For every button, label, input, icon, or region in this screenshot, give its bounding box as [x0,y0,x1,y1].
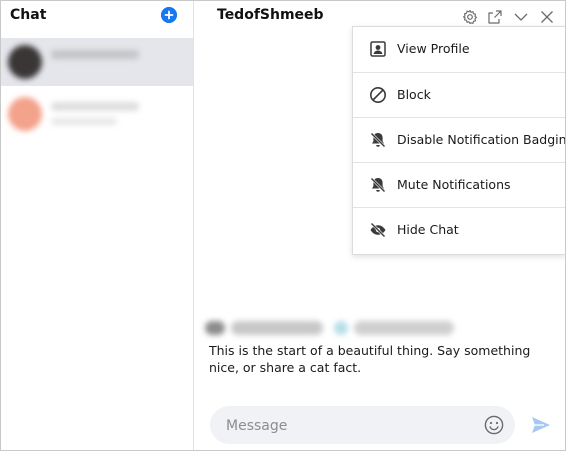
pop-out-icon [488,10,502,24]
gear-icon [462,9,478,25]
menu-item-label: View Profile [397,41,470,56]
settings-button[interactable] [462,9,478,25]
message-composer [210,406,515,444]
menu-item-label: Mute Notifications [397,177,511,192]
menu-item-label: Block [397,87,431,102]
menu-item-label: Hide Chat [397,222,459,237]
smiley-icon [484,415,504,435]
close-button[interactable] [539,9,555,25]
message-input[interactable] [224,415,468,437]
contact-name: TedofShmeeb [217,7,324,23]
menu-item-view-profile[interactable]: View Profile [353,27,565,72]
conversation-item[interactable] [1,90,193,138]
intro-text: This is the start of a beautiful thing. … [209,343,531,375]
minimize-button[interactable] [513,9,529,25]
eye-off-icon [369,221,387,239]
new-chat-button[interactable] [161,7,177,23]
menu-item-block[interactable]: Block [353,72,565,118]
plus-circle-icon [161,7,177,23]
avatar [8,45,42,79]
avatar [205,321,225,335]
contact-name-redacted [231,321,323,335]
send-icon [532,417,550,433]
profile-icon [369,40,387,58]
emoji-button[interactable] [484,415,504,435]
menu-item-label: Disable Notification Badging [397,132,566,147]
bell-off-icon [369,131,387,149]
close-icon [541,11,553,23]
conversation-name-redacted [51,50,139,59]
conversation-sidebar: Chat [1,1,194,450]
bell-mute-icon [369,176,387,194]
chat-window: Chat TedofShmeeb This is the start of a … [0,0,566,451]
menu-item-hide-chat[interactable]: Hide Chat [353,207,565,253]
block-icon [369,86,387,104]
contact-icon-redacted [334,321,348,335]
avatar [8,97,42,131]
conversation-name-redacted [51,102,139,111]
chat-options-menu: View Profile Block Disable Notification … [352,26,566,255]
conversation-preview-redacted [51,118,117,125]
sidebar-header: Chat [1,1,193,33]
pop-out-button[interactable] [487,9,503,25]
sidebar-title: Chat [10,7,47,23]
chevron-down-icon [514,13,528,21]
send-button[interactable] [530,414,552,436]
conversation-item[interactable] [1,38,193,86]
menu-item-mute-notifications[interactable]: Mute Notifications [353,162,565,208]
contact-detail-redacted [354,321,454,335]
menu-item-disable-notification-badging[interactable]: Disable Notification Badging [353,117,566,163]
